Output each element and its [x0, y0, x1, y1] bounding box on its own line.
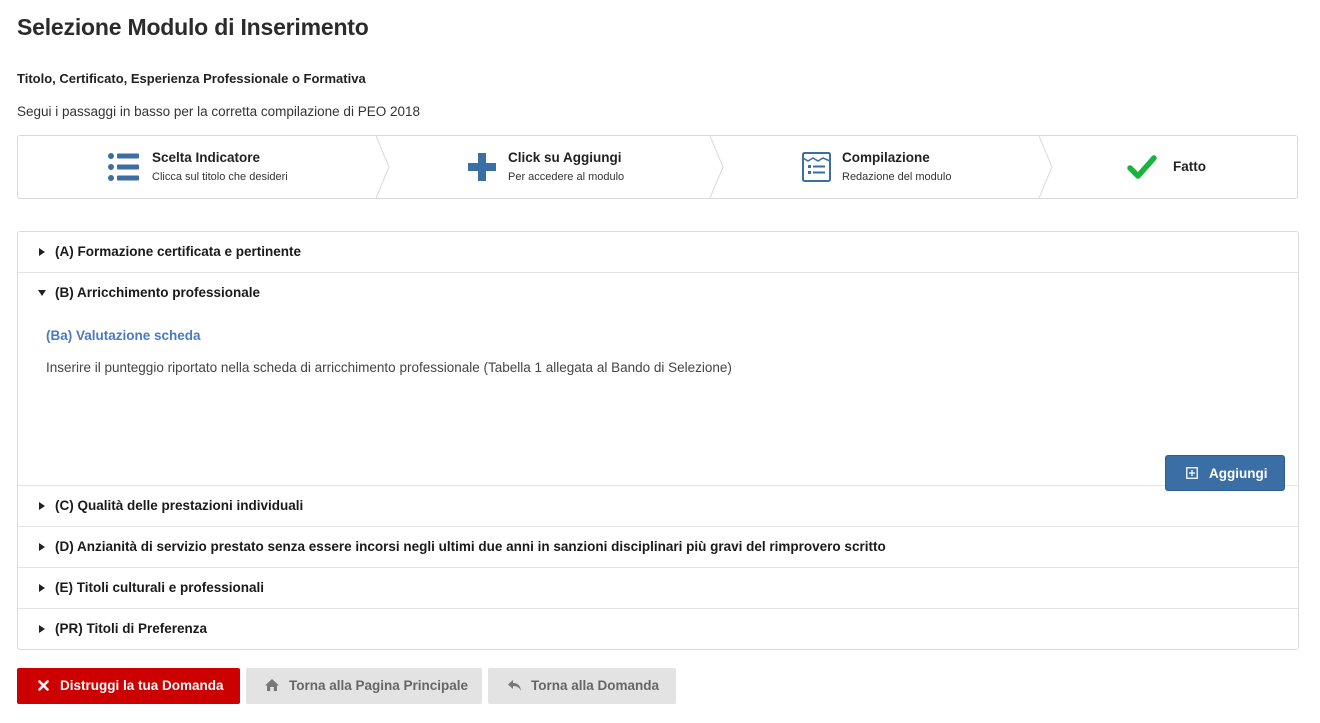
- page-title: Selezione Modulo di Inserimento: [17, 14, 369, 40]
- list-icon: [108, 153, 139, 181]
- plus-icon: [468, 153, 496, 181]
- steps-bar: Scelta Indicatore Clicca sul titolo che …: [17, 135, 1298, 199]
- caret-right-icon: [39, 502, 45, 510]
- reply-icon: [508, 680, 521, 691]
- subsection-ba-description: Inserire il punteggio riportato nella sc…: [46, 360, 732, 375]
- home-icon: [265, 679, 279, 691]
- step-desc: Redazione del modulo: [842, 171, 952, 183]
- step-separator: [376, 136, 390, 198]
- step-title: Click su Aggiungi: [508, 150, 622, 165]
- section-a-header[interactable]: (A) Formazione certificata e pertinente: [18, 232, 1298, 273]
- step-title: Compilazione: [842, 150, 930, 165]
- step-compilation: Compilazione Redazione del modulo: [724, 136, 1039, 198]
- section-e-header[interactable]: (E) Titoli culturali e professionali: [18, 568, 1298, 609]
- form-icon: [802, 152, 831, 182]
- step-choose-indicator: Scelta Indicatore Clicca sul titolo che …: [18, 136, 378, 198]
- section-label: (E) Titoli culturali e professionali: [55, 580, 265, 595]
- step-separator: [1039, 136, 1053, 198]
- check-icon: [1127, 155, 1157, 179]
- indicator-accordion: (A) Formazione certificata e pertinente …: [17, 231, 1299, 650]
- caret-right-icon: [39, 543, 45, 551]
- step-click-add: Click su Aggiungi Per accedere al modulo: [390, 136, 712, 198]
- section-c-header[interactable]: (C) Qualità delle prestazioni individual…: [18, 486, 1298, 527]
- plus-square-icon: [1186, 467, 1198, 479]
- home-button[interactable]: Torna alla Pagina Principale: [246, 668, 482, 704]
- section-b-body: (Ba) Valutazione scheda Inserire il punt…: [18, 273, 1298, 491]
- add-button-label: Aggiungi: [1209, 466, 1268, 481]
- page-intro: Segui i passaggi in basso per la corrett…: [17, 104, 420, 119]
- caret-right-icon: [39, 625, 45, 633]
- step-title: Scelta Indicatore: [152, 150, 261, 165]
- caret-right-icon: [39, 584, 45, 592]
- back-button-label: Torna alla Domanda: [531, 678, 660, 693]
- subsection-ba-link[interactable]: (Ba) Valutazione scheda: [46, 328, 201, 343]
- section-d-header[interactable]: (D) Anzianità di servizio prestato senza…: [18, 527, 1298, 568]
- step-separator: [710, 136, 724, 198]
- step-title: Fatto: [1173, 159, 1206, 174]
- close-icon: [38, 680, 49, 691]
- caret-right-icon: [39, 248, 45, 256]
- section-label: (PR) Titoli di Preferenza: [55, 621, 208, 636]
- back-to-application-button[interactable]: Torna alla Domanda: [488, 668, 676, 704]
- home-button-label: Torna alla Pagina Principale: [289, 678, 469, 693]
- section-label: (D) Anzianità di servizio prestato senza…: [55, 539, 886, 554]
- destroy-application-button[interactable]: Distruggi la tua Domanda: [17, 668, 240, 704]
- section-label: (A) Formazione certificata e pertinente: [55, 244, 302, 259]
- step-desc: Clicca sul titolo che desideri: [152, 171, 288, 183]
- section-label: (C) Qualità delle prestazioni individual…: [55, 498, 304, 513]
- step-desc: Per accedere al modulo: [508, 171, 625, 183]
- step-done: Fatto: [1053, 136, 1297, 198]
- page-subtitle: Titolo, Certificato, Esperienza Professi…: [17, 71, 366, 86]
- section-pr-header[interactable]: (PR) Titoli di Preferenza: [18, 609, 1298, 650]
- destroy-button-label: Distruggi la tua Domanda: [60, 678, 224, 693]
